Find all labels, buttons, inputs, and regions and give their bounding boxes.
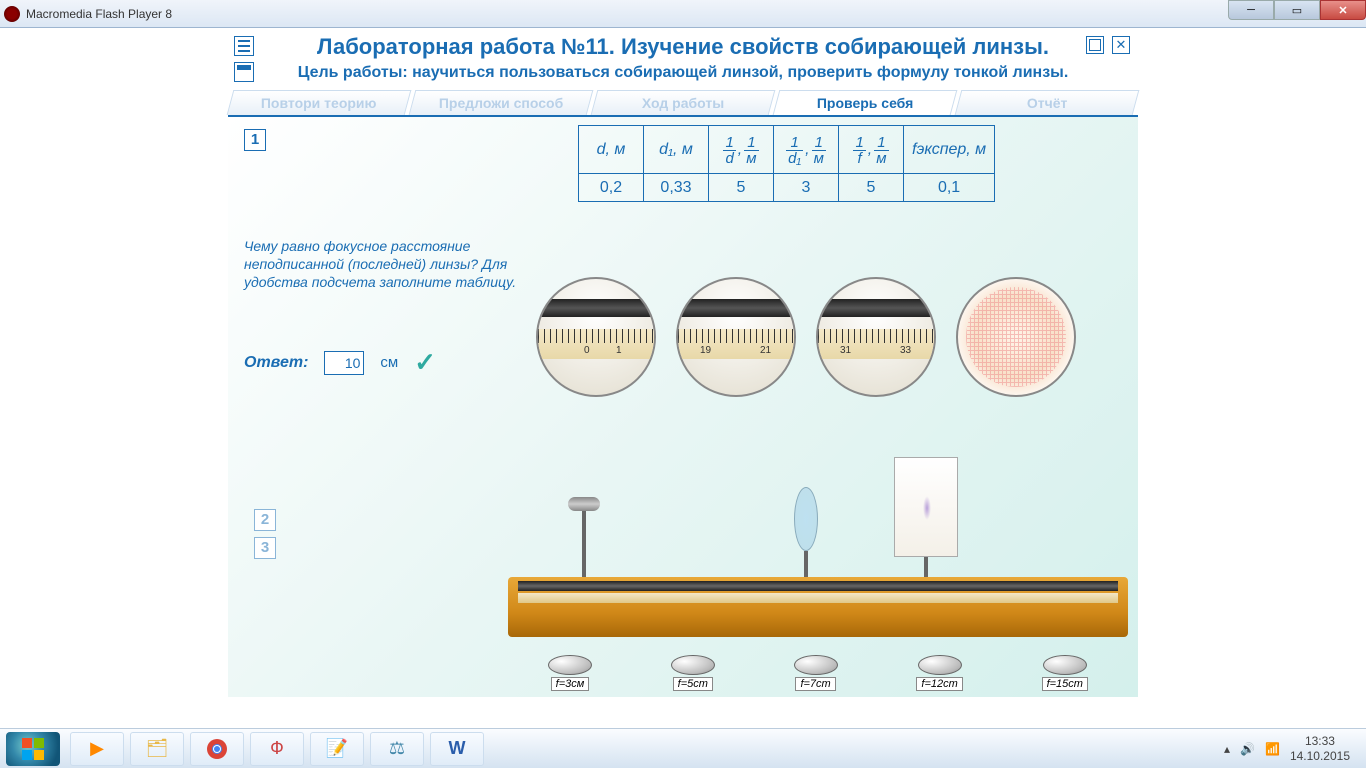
tray-time: 13:33 (1290, 734, 1350, 748)
lens-button-3cm[interactable]: f=3см (548, 655, 592, 691)
magnifier-row: 0 1 19 21 31 33 (536, 277, 1076, 397)
tab-report[interactable]: Отчёт (955, 90, 1140, 115)
window-titlebar: Macromedia Flash Player 8 (0, 0, 1366, 28)
val-fexp: 0,1 (904, 174, 995, 202)
flash-content: ✕ Лабораторная работа №11. Изучение свой… (0, 28, 1366, 728)
col-fexp: fэкспер, м (904, 126, 995, 174)
window-buttons: ─ ▭ ✕ (1228, 0, 1366, 20)
app-close-icon[interactable]: ✕ (1112, 36, 1130, 54)
lens-on-rail[interactable] (794, 487, 818, 587)
tray-up-icon[interactable]: ▴ (1224, 742, 1230, 756)
lens-selector-row: f=3см f=5cm f=7cm f=12cm f=15cm (548, 655, 1088, 691)
step-1-badge[interactable]: 1 (244, 129, 266, 151)
answer-unit: см (380, 354, 398, 371)
val-d: 0,2 (579, 174, 644, 202)
col-inv-f: 1f , 1м (839, 126, 904, 174)
lens-button-12cm[interactable]: f=12cm (916, 655, 962, 691)
answer-label: Ответ: (244, 354, 308, 372)
col-inv-d1: 1d₁ , 1м (774, 126, 839, 174)
magnifier-4-screen[interactable] (956, 277, 1076, 397)
tab-procedure[interactable]: Ход работы (591, 90, 776, 115)
taskbar: ▶ 🗂 Ф 📝 ⚖ W ▴ 🔊 📶 13:33 14.10.2015 (0, 728, 1366, 768)
lab-subtitle: Цель работы: научиться пользоваться соби… (228, 64, 1138, 82)
val-inv-d: 5 (709, 174, 774, 202)
taskbar-app2-icon[interactable]: ⚖ (370, 732, 424, 766)
col-inv-d: 1d , 1м (709, 126, 774, 174)
bench-rail[interactable] (518, 581, 1118, 591)
step-3-badge[interactable]: 3 (254, 537, 276, 559)
magnifier-2[interactable]: 19 21 (676, 277, 796, 397)
window-close-button[interactable]: ✕ (1320, 0, 1366, 20)
start-button[interactable] (6, 732, 60, 766)
lab-header: ✕ Лабораторная работа №11. Изучение свой… (228, 28, 1138, 82)
network-icon[interactable]: 📶 (1265, 742, 1280, 756)
tray-date: 14.10.2015 (1290, 749, 1350, 763)
val-inv-f: 5 (839, 174, 904, 202)
taskbar-explorer-icon[interactable]: 🗂 (130, 732, 184, 766)
step-2-badge[interactable]: 2 (254, 509, 276, 531)
check-icon[interactable]: ✓ (414, 347, 436, 378)
volume-icon[interactable]: 🔊 (1240, 742, 1255, 756)
magnifier-1[interactable]: 0 1 (536, 277, 656, 397)
taskbar-chrome-icon[interactable] (190, 732, 244, 766)
data-table: d, м d₁, м 1d , 1м 1d₁ , 1м (578, 125, 995, 202)
tab-method[interactable]: Предложи способ (409, 90, 594, 115)
window-minimize-button[interactable]: ─ (1228, 0, 1274, 20)
flash-app-icon (4, 6, 20, 22)
lens-button-7cm[interactable]: f=7cm (794, 655, 838, 691)
taskbar-notepad-icon[interactable]: 📝 (310, 732, 364, 766)
window-title: Macromedia Flash Player 8 (26, 7, 1362, 21)
col-d1: d₁, м (644, 126, 709, 174)
lens-button-15cm[interactable]: f=15cm (1042, 655, 1088, 691)
taskbar-media-icon[interactable]: ▶ (70, 732, 124, 766)
windows-logo-icon (22, 738, 44, 760)
val-d1: 0,33 (644, 174, 709, 202)
answer-input[interactable] (324, 351, 364, 375)
lab-workarea: ✕ Лабораторная работа №11. Изучение свой… (228, 28, 1138, 728)
lens-button-5cm[interactable]: f=5cm (671, 655, 715, 691)
clock[interactable]: 13:33 14.10.2015 (1290, 734, 1350, 763)
taskbar-app1-icon[interactable]: Ф (250, 732, 304, 766)
tab-check[interactable]: Проверь себя (773, 90, 958, 115)
optical-bench: f=3см f=5cm f=7cm f=12cm f=15cm (508, 447, 1128, 697)
lab-title: Лабораторная работа №11. Изучение свойст… (228, 34, 1138, 60)
main-panel: 1 2 3 d, м d₁, м 1d , 1м (228, 117, 1138, 697)
app-maximize-icon[interactable] (1086, 36, 1104, 54)
col-d: d, м (579, 126, 644, 174)
menu-icon[interactable] (234, 36, 254, 56)
val-inv-d1: 3 (774, 174, 839, 202)
tabs-row: Повтори теорию Предложи способ Ход работ… (228, 90, 1138, 117)
taskbar-word-icon[interactable]: W (430, 732, 484, 766)
screen-on-rail[interactable] (894, 457, 958, 585)
calculator-icon[interactable] (234, 62, 254, 82)
bench-ruler (518, 593, 1118, 603)
system-tray: ▴ 🔊 📶 13:33 14.10.2015 (1224, 734, 1360, 763)
magnifier-3[interactable]: 31 33 (816, 277, 936, 397)
question-text: Чему равно фокусное расстояние неподписа… (244, 237, 534, 292)
answer-row: Ответ: см ✓ (244, 347, 436, 378)
window-maximize-button[interactable]: ▭ (1274, 0, 1320, 20)
tab-theory[interactable]: Повтори теорию (227, 90, 412, 115)
